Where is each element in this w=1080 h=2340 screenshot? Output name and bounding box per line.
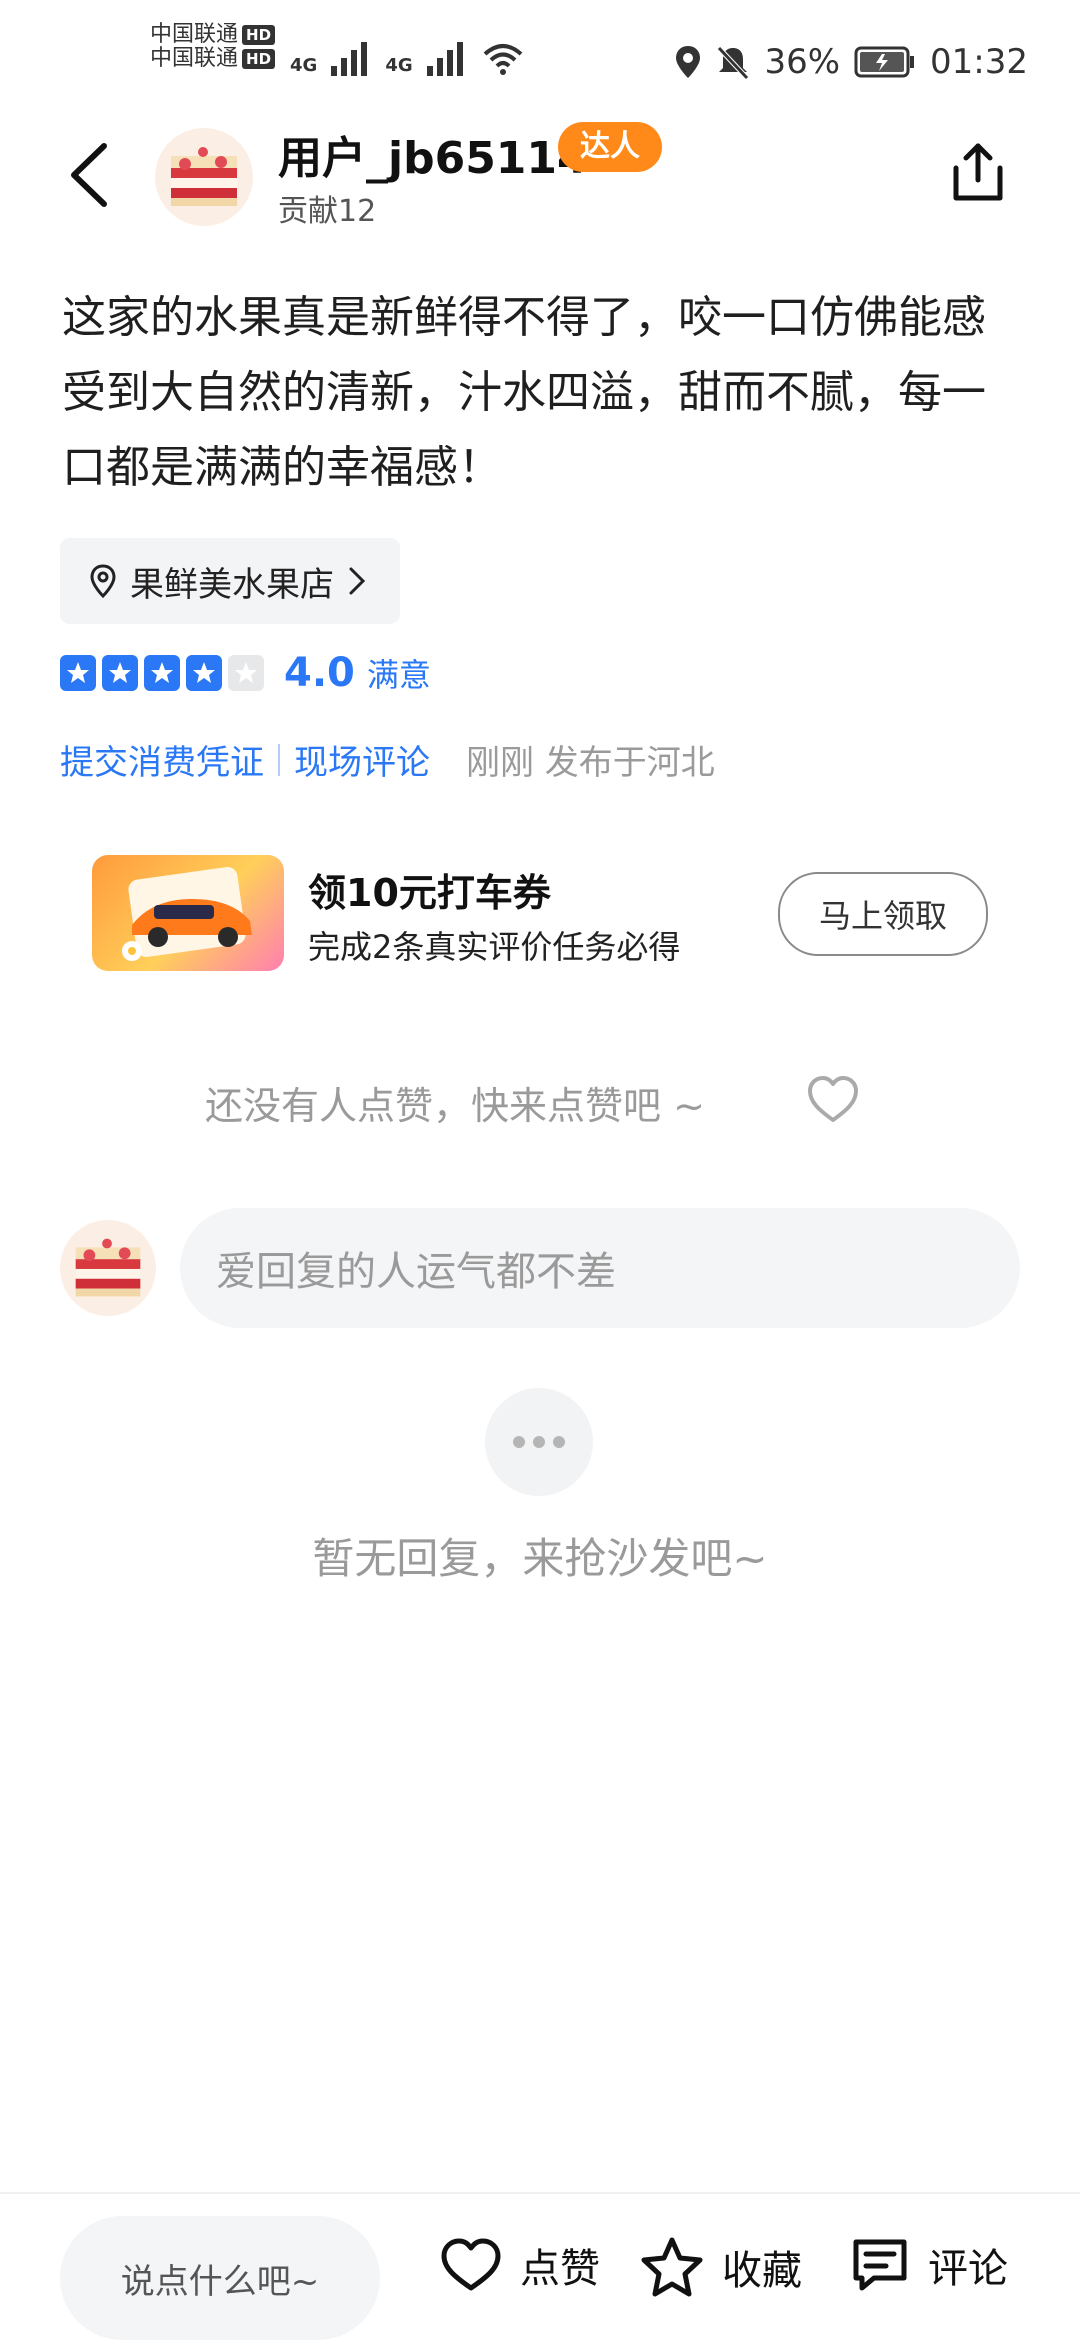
empty-replies-text: 暂无回复，来抢沙发吧~ — [312, 1534, 768, 1583]
share-icon[interactable] — [948, 140, 1008, 204]
signal-icon — [331, 42, 368, 76]
contribution-count: 贡献12 — [278, 194, 377, 229]
star-rating — [60, 655, 264, 691]
like-hint: 还没有人点赞，快来点赞吧 ~ — [205, 1084, 705, 1128]
mute-bell-icon — [717, 46, 750, 80]
avatar-image — [60, 1220, 156, 1316]
post-meta: 刚刚 发布于河北 — [466, 743, 715, 783]
promo-image[interactable] — [92, 855, 284, 971]
promo-subtitle: 完成2条真实评价任务必得 — [308, 928, 681, 966]
like-label: 点赞 — [520, 2246, 600, 2292]
rating-label: 满意 — [366, 656, 431, 694]
location-icon — [676, 46, 701, 78]
like-button[interactable]: 点赞 — [440, 2236, 600, 2294]
rating-value: 4.0 — [284, 650, 355, 696]
battery-icon — [854, 46, 915, 78]
star-filled-icon — [186, 655, 222, 691]
store-name: 果鲜美水果店 — [130, 564, 334, 605]
review-text: 这家的水果真是新鲜得不得了，咬一口仿佛能感受到大自然的清新，汁水四溢，甜而不腻，… — [62, 292, 986, 493]
my-avatar — [60, 1220, 156, 1316]
avatar-image — [155, 128, 253, 226]
back-arrow-icon[interactable] — [62, 140, 122, 210]
heart-icon[interactable] — [805, 1072, 861, 1128]
divider — [278, 743, 280, 776]
signal-indicators: 4G 4G — [290, 40, 525, 76]
clock: 01:32 — [930, 42, 1028, 82]
empty-state-icon — [485, 1388, 593, 1496]
favorite-label: 收藏 — [722, 2248, 802, 2294]
comment-input[interactable]: 说点什么吧~ — [60, 2216, 380, 2340]
battery-percent: 36% — [764, 42, 841, 82]
onsite-review-link[interactable]: 现场评论 — [294, 735, 430, 784]
wifi-icon — [483, 44, 522, 75]
review-links: 提交消费凭证 现场评论 刚刚 发布于河北 — [60, 735, 715, 784]
chevron-right-icon — [349, 567, 366, 595]
carrier-2: 中国联通 HD — [150, 42, 276, 76]
signal-icon — [426, 42, 463, 76]
rating-row: 4.0 满意 — [60, 650, 431, 696]
status-right: 36% 01:32 — [674, 42, 1028, 82]
username[interactable]: 用户_jb65114 — [278, 122, 588, 186]
network-label-1: 4G — [290, 55, 318, 76]
star-filled-icon — [102, 655, 138, 691]
star-filled-icon — [144, 655, 180, 691]
comment-label: 评论 — [928, 2246, 1008, 2292]
location-pin-icon — [90, 564, 116, 598]
reply-input[interactable]: 爱回复的人运气都不差 — [180, 1208, 1020, 1328]
bottom-divider — [0, 2192, 1080, 2194]
heart-outline-icon — [441, 2238, 501, 2291]
star-filled-icon — [60, 655, 96, 691]
promo-title: 领10元打车券 — [308, 871, 551, 915]
comment-button[interactable]: 评论 — [850, 2236, 1008, 2294]
star-empty-icon — [228, 655, 264, 691]
star-outline-icon — [641, 2237, 703, 2297]
expert-badge: 达人 — [558, 122, 662, 172]
car-coupon-illustration — [122, 867, 252, 961]
comment-icon — [853, 2239, 907, 2291]
avatar[interactable] — [155, 128, 253, 226]
store-link[interactable]: 果鲜美水果店 — [60, 538, 400, 624]
submit-receipt-link[interactable]: 提交消费凭证 — [60, 735, 264, 784]
claim-button[interactable]: 马上领取 — [778, 872, 988, 956]
favorite-button[interactable]: 收藏 — [640, 2236, 802, 2298]
network-label-2: 4G — [385, 55, 413, 76]
